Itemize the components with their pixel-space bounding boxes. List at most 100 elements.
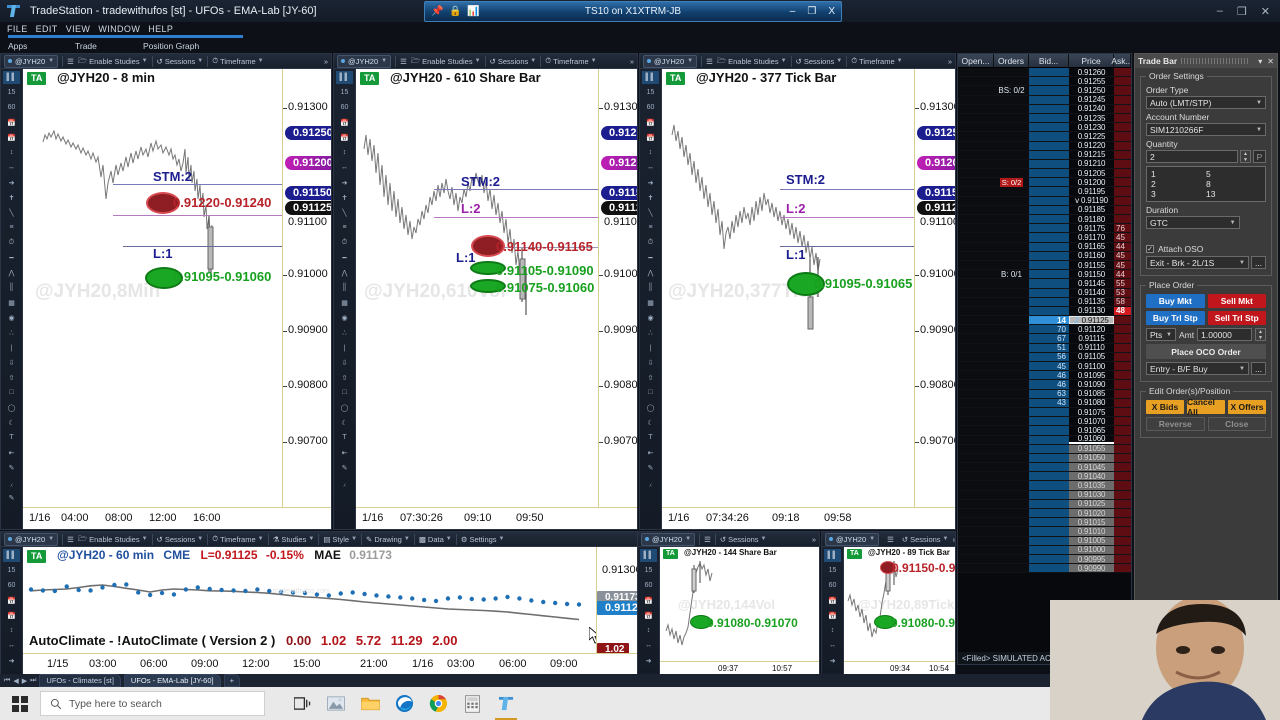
dom-row[interactable]: 56 0.91105 xyxy=(958,352,1131,362)
dom-cell-open[interactable] xyxy=(958,509,994,518)
dom-cell-ask[interactable]: 55 xyxy=(1114,279,1131,288)
dom-row[interactable]: v 0.91190 xyxy=(958,196,1131,206)
fib-icon[interactable]: ≡ xyxy=(642,221,659,234)
dom-cell-ask[interactable] xyxy=(1114,187,1131,196)
target-icon[interactable]: ◉ xyxy=(336,311,353,324)
dom-cell-price[interactable]: 0.91130 xyxy=(1069,306,1114,315)
pencil-icon[interactable]: ✎ xyxy=(3,461,20,474)
dom-cell-open[interactable] xyxy=(958,196,994,205)
fib-icon[interactable]: ≡ xyxy=(336,221,353,234)
dom-cell-price[interactable]: 0.91085 xyxy=(1069,389,1114,398)
chart-canvas-610share[interactable]: TA @JYH20 - 610 Share Bar @JYH20,610Vol … xyxy=(356,69,637,529)
scatter-icon[interactable]: ∴ xyxy=(3,326,20,339)
dom-cell-ask[interactable] xyxy=(1114,215,1131,224)
dom-cell-bid[interactable] xyxy=(1029,545,1069,554)
dom-cell-ask[interactable] xyxy=(1114,325,1131,334)
dom-cell-price[interactable]: 0.91035 xyxy=(1069,481,1114,490)
close-icon[interactable]: ✕ xyxy=(1267,57,1274,66)
dom-cell-orders[interactable] xyxy=(994,187,1029,196)
dom-cell-ask[interactable] xyxy=(1114,205,1131,214)
dom-cell-orders[interactable] xyxy=(994,123,1029,132)
target-icon[interactable]: ◉ xyxy=(3,311,20,324)
60-icon[interactable]: 60 xyxy=(824,579,841,592)
dom-cell-ask[interactable] xyxy=(1114,362,1131,371)
toolbar-overflow-button-8min[interactable]: » xyxy=(324,57,331,66)
ellipse-icon[interactable]: ◯ xyxy=(3,401,20,414)
rect-icon[interactable]: □ xyxy=(642,386,659,399)
dom-cell-orders[interactable] xyxy=(994,306,1029,316)
dom-cell-price[interactable]: 0.91195 xyxy=(1069,187,1114,196)
calendar-icon[interactable]: 📅 xyxy=(336,116,353,129)
enable-studies-button-377tick[interactable]: 🗁 Enable Studies ▼ xyxy=(717,55,787,68)
dom-cell-ask[interactable]: 45 xyxy=(1114,261,1131,270)
15-icon[interactable]: 15 xyxy=(640,564,657,577)
amt-stepper[interactable]: ▲ ▼ xyxy=(1255,328,1266,341)
dom-cell-ask[interactable] xyxy=(1114,123,1131,132)
dom-cell-orders[interactable] xyxy=(994,343,1029,352)
dom-cell-price[interactable]: 0.91205 xyxy=(1069,169,1114,178)
dom-cell-bid[interactable] xyxy=(1029,490,1069,499)
bars-icon[interactable]: ▌▌ xyxy=(642,71,659,84)
dom-cell-ask[interactable] xyxy=(1114,426,1131,435)
dom-cell-price[interactable]: 2 0.91125 xyxy=(1069,316,1114,325)
dom-row[interactable]: 0.91165 44 xyxy=(958,242,1131,252)
dom-cell-open[interactable] xyxy=(958,224,994,233)
rect-icon[interactable]: □ xyxy=(3,386,20,399)
last-tab-button[interactable]: ⏭ xyxy=(30,677,36,685)
dom-cell-open[interactable] xyxy=(958,362,994,371)
15-icon[interactable]: 15 xyxy=(3,86,20,99)
layers-icon[interactable]: ☰ xyxy=(706,57,713,66)
dom-cell-bid[interactable]: 70 xyxy=(1029,325,1069,334)
dom-cell-open[interactable] xyxy=(958,316,994,325)
dom-cell-ask[interactable] xyxy=(1114,490,1131,499)
dom-cell-ask[interactable] xyxy=(1114,407,1131,417)
dom-cell-bid[interactable] xyxy=(1029,499,1069,508)
dom-cell-bid[interactable] xyxy=(1029,169,1069,178)
15-icon[interactable]: 15 xyxy=(642,86,659,99)
dom-order-ladder[interactable]: Open... Orders Bid... Price Ask... 0.912… xyxy=(957,53,1132,665)
gann-icon[interactable]: ∣ xyxy=(336,341,353,354)
attach-oso-checkbox[interactable]: ✓ xyxy=(1146,245,1154,253)
cursor-icon[interactable]: ➜ xyxy=(336,176,353,189)
pencil-icon[interactable]: ✎ xyxy=(642,461,659,474)
chart-canvas-60min[interactable]: TA @JYH20 - 60 min CME L=0.91125 -0.15% … xyxy=(23,547,637,675)
qty-preset-2[interactable]: 2 xyxy=(1151,179,1206,189)
symbol-selector-377tick[interactable]: @JYH20 ▼ xyxy=(643,54,698,68)
layers-icon[interactable]: ☰ xyxy=(67,57,74,66)
dom-cell-bid[interactable] xyxy=(1029,224,1069,233)
dom-cell-orders[interactable] xyxy=(994,435,1029,444)
dom-cell-ask[interactable] xyxy=(1114,527,1131,536)
calendar2-icon[interactable]: 📅 xyxy=(640,609,657,622)
dom-row[interactable]: 0.91180 xyxy=(958,215,1131,225)
symbol-selector-89tick[interactable]: @JYH20 ▼ xyxy=(825,532,880,546)
bars3-icon[interactable]: ║ xyxy=(336,281,353,294)
oso-more-button[interactable]: ... xyxy=(1251,256,1266,269)
dom-cell-orders[interactable] xyxy=(994,536,1029,545)
dom-cell-price[interactable]: v 0.91190 xyxy=(1069,196,1114,205)
grid-icon[interactable]: ▦ xyxy=(642,296,659,309)
calendar2-icon[interactable]: 📅 xyxy=(3,131,20,144)
dom-row[interactable]: 0.91185 xyxy=(958,205,1131,215)
attach-oso-row[interactable]: ✓ Attach OSO xyxy=(1146,244,1266,254)
timeframe-button-60min[interactable]: ⏱ Timeframe ▼ xyxy=(212,534,263,544)
chart-canvas-144share[interactable]: TA @JYH20 - 144 Share Bar @JYH20,144Vol … xyxy=(660,547,819,675)
dom-cell-orders[interactable] xyxy=(994,196,1029,205)
sessions-button-89tick[interactable]: ↺ Sessions ▼ xyxy=(902,535,949,544)
dom-cell-bid[interactable] xyxy=(1029,407,1069,417)
60-icon[interactable]: 60 xyxy=(3,101,20,114)
dom-cell-ask[interactable] xyxy=(1114,518,1131,527)
dom-cell-orders[interactable] xyxy=(994,444,1029,453)
dom-cell-ask[interactable] xyxy=(1114,113,1131,123)
x-bids-button[interactable]: X Bids xyxy=(1146,400,1184,414)
search-input[interactable]: Type here to search xyxy=(40,691,265,716)
dom-cell-price[interactable]: 0.91235 xyxy=(1069,114,1114,123)
arrow-up-icon[interactable]: ⇧ xyxy=(3,371,20,384)
dom-cell-bid[interactable] xyxy=(1029,297,1069,306)
dom-cell-orders[interactable] xyxy=(994,499,1029,508)
ellipse-icon[interactable]: ◯ xyxy=(336,401,353,414)
sessions-button-144share[interactable]: ↺ Sessions ▼ xyxy=(720,535,767,544)
dom-cell-orders[interactable] xyxy=(994,279,1029,288)
dom-row[interactable]: 14 2 0.91125 xyxy=(958,316,1131,326)
bars-icon[interactable]: ▌▌ xyxy=(336,71,353,84)
menu-item-help[interactable]: HELP xyxy=(148,24,181,34)
